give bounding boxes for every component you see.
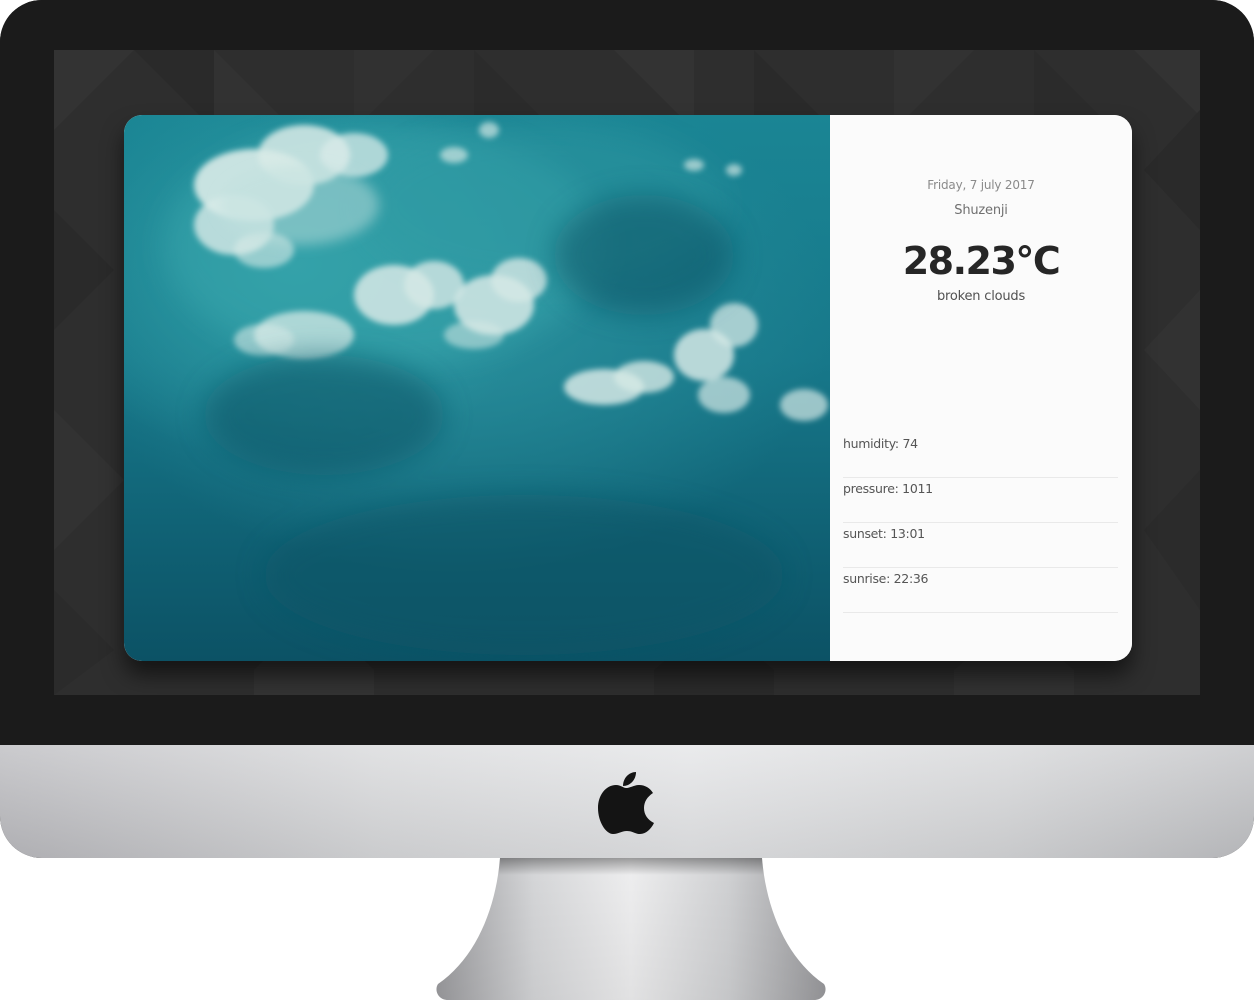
stat-label: humidity: 74 [843, 436, 918, 451]
city-label: Shuzenji [954, 203, 1008, 218]
weather-card: Friday, 7 july 2017 Shuzenji 28.23°C bro… [124, 115, 1132, 661]
sky-photo [124, 115, 830, 661]
stat-pressure: pressure: 1011 [843, 478, 1118, 523]
monitor-stand [436, 858, 826, 1000]
temperature-value: 28.23°C [902, 239, 1061, 283]
stat-sunrise: sunrise: 22:36 [843, 568, 1118, 613]
clouds-illustration [164, 122, 828, 655]
screen: Friday, 7 july 2017 Shuzenji 28.23°C bro… [54, 50, 1200, 695]
weather-stats-list: humidity: 74 pressure: 1011 sunset: 13:0… [843, 433, 1118, 613]
weather-description: broken clouds [936, 289, 1026, 304]
stat-label: sunrise: 22:36 [843, 571, 929, 586]
stat-humidity: humidity: 74 [843, 433, 1118, 478]
apple-logo-icon [598, 772, 654, 834]
monitor: Friday, 7 july 2017 Shuzenji 28.23°C bro… [0, 0, 1254, 858]
stat-label: pressure: 1011 [843, 481, 933, 496]
stat-sunset: sunset: 13:01 [843, 523, 1118, 568]
weather-panel: Friday, 7 july 2017 Shuzenji 28.23°C bro… [830, 115, 1132, 661]
imac-mockup: Friday, 7 july 2017 Shuzenji 28.23°C bro… [0, 0, 1254, 1000]
stat-label: sunset: 13:01 [843, 526, 925, 541]
date-label: Friday, 7 july 2017 [927, 178, 1035, 192]
